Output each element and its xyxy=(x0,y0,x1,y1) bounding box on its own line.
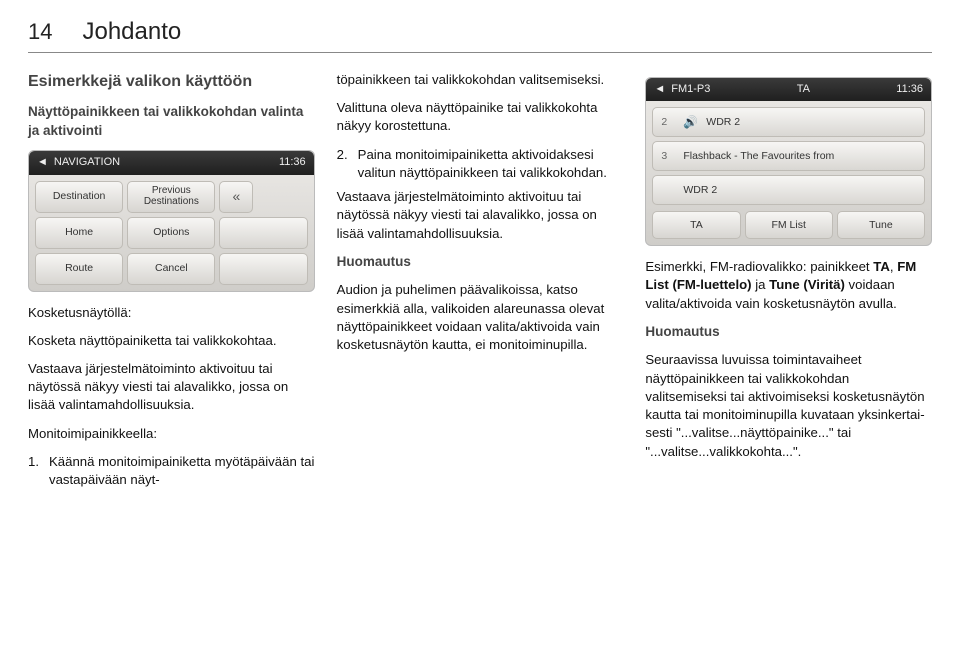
nav-btn-previous-destinations[interactable]: Previous Destinations xyxy=(127,181,215,213)
fm-row-3-text: WDR 2 xyxy=(683,183,717,197)
nav-btn-empty-1 xyxy=(219,217,307,249)
fm-para-ta: TA xyxy=(873,259,890,274)
screenshot-header: ◄ NAVIGATION 11:36 xyxy=(29,151,314,174)
nav-title: NAVIGATION xyxy=(54,155,120,170)
list-num-1: 1. xyxy=(28,453,39,489)
fm-para-e: ja xyxy=(752,277,770,292)
touch-heading: Kosketusnäytöllä: xyxy=(28,304,315,322)
fm-ta-label: TA xyxy=(797,82,810,97)
document-page: 14 Johdanto Esimerkkejä valikon käyttöön… xyxy=(0,0,960,655)
fm-screenshot: ◄ FM1-P3 TA 11:36 2 🔊 WDR 2 3 Flashback … xyxy=(645,77,932,246)
fm-paragraph: Esimerkki, FM-radiovalikko: painik­keet … xyxy=(645,258,932,313)
nav-btn-destination[interactable]: Destination xyxy=(35,181,123,213)
nav-btn-options[interactable]: Options xyxy=(127,217,215,249)
cont-1: töpainikkeen tai valikkokohdan valitsemi… xyxy=(337,71,624,89)
fm-btn-fmlist[interactable]: FM List xyxy=(745,211,833,239)
fm-clock: 11:36 xyxy=(896,82,923,97)
page-header: 14 Johdanto xyxy=(28,18,932,46)
fm-para-a: Esimerkki, FM-radiovalikko: painik­keet xyxy=(645,259,873,274)
fm-row-2[interactable]: 3 Flashback - The Favourites from xyxy=(652,141,925,171)
list-text-1: Käännä monitoimipainiketta myö­täpäivään… xyxy=(49,453,315,489)
nav-title-group: ◄ NAVIGATION xyxy=(37,155,120,170)
list-item-1: 1. Käännä monitoimipainiketta myö­täpäiv… xyxy=(28,453,315,489)
note-heading-1: Huomautus xyxy=(337,253,624,272)
nav-btn-route[interactable]: Route xyxy=(35,253,123,285)
page-number: 14 xyxy=(28,19,52,45)
note-para-2: Seuraavissa luvuissa toimintavai­heet nä… xyxy=(645,351,932,460)
columns: Esimerkkejä valikon käyttöön Näyttöpaini… xyxy=(28,71,932,495)
sub-heading: Näyttöpainikkeen tai valikkokohdan valin… xyxy=(28,103,315,140)
note-para-1: Audion ja puhelimen päävalikoissa, katso… xyxy=(337,281,624,354)
fm-row-2-num: 3 xyxy=(661,149,675,163)
column-1: Esimerkkejä valikon käyttöön Näyttöpaini… xyxy=(28,71,315,495)
fm-btn-tune[interactable]: Tune xyxy=(837,211,925,239)
fm-body: 2 🔊 WDR 2 3 Flashback - The Favourites f… xyxy=(646,101,931,211)
nav-back-icon: ◄ xyxy=(37,155,48,170)
nav-clock: 11:36 xyxy=(279,155,306,170)
nav-btn-back[interactable]: « xyxy=(219,181,253,213)
list-num-2: 2. xyxy=(337,146,348,182)
column-3: ◄ FM1-P3 TA 11:36 2 🔊 WDR 2 3 Flashback … xyxy=(645,71,932,495)
column-2: töpainikkeen tai valikkokohdan valitsemi… xyxy=(337,71,624,495)
header-rule xyxy=(28,52,932,53)
fm-back-icon: ◄ xyxy=(654,82,665,97)
fm-para-tune: Tune (Viritä) xyxy=(769,277,845,292)
cont-2: Valittuna oleva näyttöpainike tai valikk… xyxy=(337,99,624,135)
nav-btn-cancel[interactable]: Cancel xyxy=(127,253,215,285)
fm-row-1[interactable]: 2 🔊 WDR 2 xyxy=(652,107,925,137)
fm-row-1-text: WDR 2 xyxy=(706,115,740,129)
fm-row-2-text: Flashback - The Favourites from xyxy=(683,149,834,163)
fm-header-left: ◄ FM1-P3 xyxy=(654,82,710,97)
section-heading: Esimerkkejä valikon käyttöön xyxy=(28,71,315,93)
fm-footer: TA FM List Tune xyxy=(646,211,931,245)
fm-preset-label: FM1-P3 xyxy=(671,82,710,97)
navigation-screenshot: ◄ NAVIGATION 11:36 Destination Previous … xyxy=(28,150,315,291)
controller-heading: Monitoimipainikkeella: xyxy=(28,425,315,443)
fm-row-3[interactable]: WDR 2 xyxy=(652,175,925,205)
nav-button-grid: Destination Previous Destinations « Home… xyxy=(29,175,314,291)
fm-btn-ta[interactable]: TA xyxy=(652,211,740,239)
speaker-icon: 🔊 xyxy=(683,114,698,131)
touch-para: Vastaava järjestelmätoiminto aktivoi­tuu… xyxy=(28,360,315,415)
list-para-2: Vastaava järjestelmätoiminto ak­tivoituu… xyxy=(337,188,624,243)
list-item-2: 2. Paina monitoimipainiketta aktivoi­dak… xyxy=(337,146,624,182)
touch-line: Kosketa näyttöpainiketta tai valikko­koh… xyxy=(28,332,315,350)
page-title: Johdanto xyxy=(82,18,181,46)
nav-btn-home[interactable]: Home xyxy=(35,217,123,249)
note-heading-2: Huomautus xyxy=(645,323,932,342)
list-text-2: Paina monitoimipainiketta aktivoi­dakses… xyxy=(358,146,624,182)
fm-row-1-num: 2 xyxy=(661,115,675,129)
fm-header: ◄ FM1-P3 TA 11:36 xyxy=(646,78,931,101)
nav-btn-empty-2 xyxy=(219,253,307,285)
